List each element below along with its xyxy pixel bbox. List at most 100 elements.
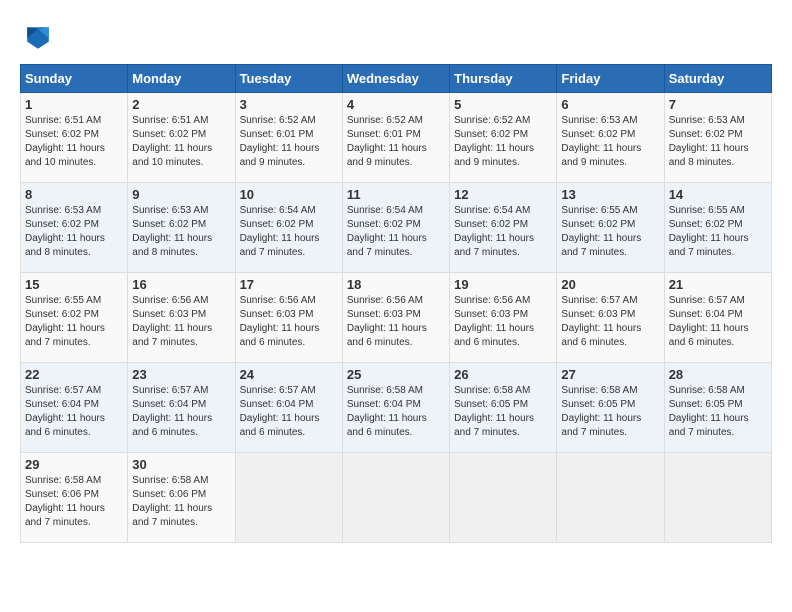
day-number: 6: [561, 97, 659, 112]
day-info: Sunrise: 6:52 AMSunset: 6:02 PMDaylight:…: [454, 115, 534, 168]
day-info: Sunrise: 6:58 AMSunset: 6:05 PMDaylight:…: [561, 385, 641, 438]
day-info: Sunrise: 6:58 AMSunset: 6:06 PMDaylight:…: [25, 475, 105, 528]
calendar-cell: 22 Sunrise: 6:57 AMSunset: 6:04 PMDaylig…: [21, 363, 128, 453]
calendar-cell: [342, 453, 449, 543]
calendar-cell: 11 Sunrise: 6:54 AMSunset: 6:02 PMDaylig…: [342, 183, 449, 273]
calendar-week-2: 8 Sunrise: 6:53 AMSunset: 6:02 PMDayligh…: [21, 183, 772, 273]
day-info: Sunrise: 6:58 AMSunset: 6:05 PMDaylight:…: [454, 385, 534, 438]
calendar-cell: 18 Sunrise: 6:56 AMSunset: 6:03 PMDaylig…: [342, 273, 449, 363]
weekday-header-wednesday: Wednesday: [342, 65, 449, 93]
calendar-cell: [557, 453, 664, 543]
calendar-cell: 5 Sunrise: 6:52 AMSunset: 6:02 PMDayligh…: [450, 93, 557, 183]
day-number: 1: [25, 97, 123, 112]
calendar-cell: 4 Sunrise: 6:52 AMSunset: 6:01 PMDayligh…: [342, 93, 449, 183]
calendar-cell: [664, 453, 771, 543]
day-number: 28: [669, 367, 767, 382]
day-number: 10: [240, 187, 338, 202]
day-info: Sunrise: 6:56 AMSunset: 6:03 PMDaylight:…: [347, 295, 427, 348]
calendar-cell: 29 Sunrise: 6:58 AMSunset: 6:06 PMDaylig…: [21, 453, 128, 543]
weekday-header-tuesday: Tuesday: [235, 65, 342, 93]
weekday-header-sunday: Sunday: [21, 65, 128, 93]
day-info: Sunrise: 6:54 AMSunset: 6:02 PMDaylight:…: [240, 205, 320, 258]
calendar-header-row: SundayMondayTuesdayWednesdayThursdayFrid…: [21, 65, 772, 93]
weekday-header-saturday: Saturday: [664, 65, 771, 93]
calendar-cell: 15 Sunrise: 6:55 AMSunset: 6:02 PMDaylig…: [21, 273, 128, 363]
day-number: 18: [347, 277, 445, 292]
day-info: Sunrise: 6:57 AMSunset: 6:04 PMDaylight:…: [132, 385, 212, 438]
day-info: Sunrise: 6:57 AMSunset: 6:04 PMDaylight:…: [669, 295, 749, 348]
calendar-table: SundayMondayTuesdayWednesdayThursdayFrid…: [20, 64, 772, 543]
day-info: Sunrise: 6:54 AMSunset: 6:02 PMDaylight:…: [347, 205, 427, 258]
day-number: 22: [25, 367, 123, 382]
calendar-cell: 24 Sunrise: 6:57 AMSunset: 6:04 PMDaylig…: [235, 363, 342, 453]
day-number: 5: [454, 97, 552, 112]
calendar-cell: 27 Sunrise: 6:58 AMSunset: 6:05 PMDaylig…: [557, 363, 664, 453]
day-info: Sunrise: 6:53 AMSunset: 6:02 PMDaylight:…: [561, 115, 641, 168]
calendar-cell: 7 Sunrise: 6:53 AMSunset: 6:02 PMDayligh…: [664, 93, 771, 183]
day-info: Sunrise: 6:57 AMSunset: 6:04 PMDaylight:…: [25, 385, 105, 438]
day-number: 16: [132, 277, 230, 292]
day-number: 3: [240, 97, 338, 112]
day-number: 21: [669, 277, 767, 292]
calendar-cell: 21 Sunrise: 6:57 AMSunset: 6:04 PMDaylig…: [664, 273, 771, 363]
day-info: Sunrise: 6:53 AMSunset: 6:02 PMDaylight:…: [669, 115, 749, 168]
calendar-cell: 9 Sunrise: 6:53 AMSunset: 6:02 PMDayligh…: [128, 183, 235, 273]
day-number: 8: [25, 187, 123, 202]
day-number: 4: [347, 97, 445, 112]
day-info: Sunrise: 6:57 AMSunset: 6:03 PMDaylight:…: [561, 295, 641, 348]
day-info: Sunrise: 6:55 AMSunset: 6:02 PMDaylight:…: [25, 295, 105, 348]
calendar-cell: 14 Sunrise: 6:55 AMSunset: 6:02 PMDaylig…: [664, 183, 771, 273]
calendar-cell: 12 Sunrise: 6:54 AMSunset: 6:02 PMDaylig…: [450, 183, 557, 273]
calendar-cell: 8 Sunrise: 6:53 AMSunset: 6:02 PMDayligh…: [21, 183, 128, 273]
day-info: Sunrise: 6:58 AMSunset: 6:05 PMDaylight:…: [669, 385, 749, 438]
weekday-header-thursday: Thursday: [450, 65, 557, 93]
day-info: Sunrise: 6:53 AMSunset: 6:02 PMDaylight:…: [132, 205, 212, 258]
day-info: Sunrise: 6:52 AMSunset: 6:01 PMDaylight:…: [347, 115, 427, 168]
calendar-cell: 28 Sunrise: 6:58 AMSunset: 6:05 PMDaylig…: [664, 363, 771, 453]
calendar-cell: 20 Sunrise: 6:57 AMSunset: 6:03 PMDaylig…: [557, 273, 664, 363]
calendar-week-5: 29 Sunrise: 6:58 AMSunset: 6:06 PMDaylig…: [21, 453, 772, 543]
day-info: Sunrise: 6:52 AMSunset: 6:01 PMDaylight:…: [240, 115, 320, 168]
calendar-cell: 2 Sunrise: 6:51 AMSunset: 6:02 PMDayligh…: [128, 93, 235, 183]
day-number: 14: [669, 187, 767, 202]
day-info: Sunrise: 6:51 AMSunset: 6:02 PMDaylight:…: [25, 115, 105, 168]
weekday-header-friday: Friday: [557, 65, 664, 93]
logo-icon: [20, 20, 56, 56]
calendar-cell: 26 Sunrise: 6:58 AMSunset: 6:05 PMDaylig…: [450, 363, 557, 453]
calendar-cell: 30 Sunrise: 6:58 AMSunset: 6:06 PMDaylig…: [128, 453, 235, 543]
calendar-cell: 19 Sunrise: 6:56 AMSunset: 6:03 PMDaylig…: [450, 273, 557, 363]
day-info: Sunrise: 6:56 AMSunset: 6:03 PMDaylight:…: [132, 295, 212, 348]
weekday-header-monday: Monday: [128, 65, 235, 93]
calendar-cell: 17 Sunrise: 6:56 AMSunset: 6:03 PMDaylig…: [235, 273, 342, 363]
calendar-week-3: 15 Sunrise: 6:55 AMSunset: 6:02 PMDaylig…: [21, 273, 772, 363]
day-number: 25: [347, 367, 445, 382]
calendar-cell: [235, 453, 342, 543]
day-info: Sunrise: 6:54 AMSunset: 6:02 PMDaylight:…: [454, 205, 534, 258]
day-number: 24: [240, 367, 338, 382]
calendar-cell: 6 Sunrise: 6:53 AMSunset: 6:02 PMDayligh…: [557, 93, 664, 183]
day-info: Sunrise: 6:55 AMSunset: 6:02 PMDaylight:…: [669, 205, 749, 258]
calendar-cell: 3 Sunrise: 6:52 AMSunset: 6:01 PMDayligh…: [235, 93, 342, 183]
day-info: Sunrise: 6:51 AMSunset: 6:02 PMDaylight:…: [132, 115, 212, 168]
day-number: 15: [25, 277, 123, 292]
day-number: 23: [132, 367, 230, 382]
day-number: 30: [132, 457, 230, 472]
calendar-cell: 16 Sunrise: 6:56 AMSunset: 6:03 PMDaylig…: [128, 273, 235, 363]
day-info: Sunrise: 6:58 AMSunset: 6:04 PMDaylight:…: [347, 385, 427, 438]
calendar-cell: 1 Sunrise: 6:51 AMSunset: 6:02 PMDayligh…: [21, 93, 128, 183]
calendar-cell: 25 Sunrise: 6:58 AMSunset: 6:04 PMDaylig…: [342, 363, 449, 453]
day-number: 17: [240, 277, 338, 292]
day-number: 11: [347, 187, 445, 202]
day-number: 27: [561, 367, 659, 382]
day-number: 20: [561, 277, 659, 292]
day-info: Sunrise: 6:57 AMSunset: 6:04 PMDaylight:…: [240, 385, 320, 438]
day-info: Sunrise: 6:56 AMSunset: 6:03 PMDaylight:…: [454, 295, 534, 348]
calendar-cell: [450, 453, 557, 543]
page-header: [20, 20, 772, 56]
day-number: 29: [25, 457, 123, 472]
day-number: 13: [561, 187, 659, 202]
day-number: 7: [669, 97, 767, 112]
day-info: Sunrise: 6:56 AMSunset: 6:03 PMDaylight:…: [240, 295, 320, 348]
day-info: Sunrise: 6:55 AMSunset: 6:02 PMDaylight:…: [561, 205, 641, 258]
calendar-cell: 23 Sunrise: 6:57 AMSunset: 6:04 PMDaylig…: [128, 363, 235, 453]
